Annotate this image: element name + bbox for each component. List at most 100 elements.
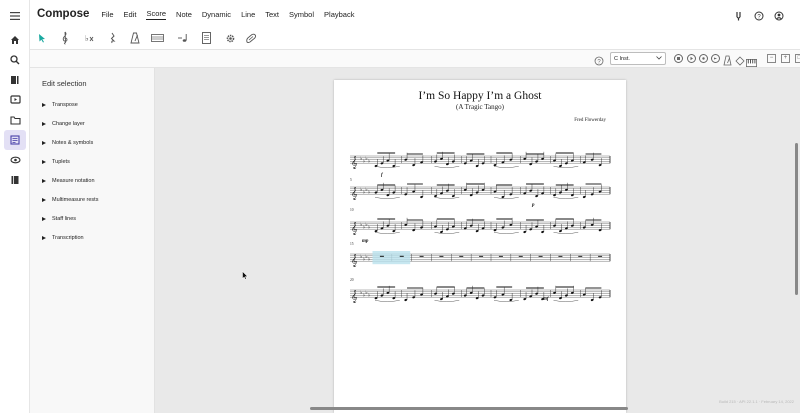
- slur: [374, 300, 400, 302]
- score-icon[interactable]: [4, 130, 26, 150]
- whole-rest: [578, 255, 583, 257]
- slur: [553, 232, 579, 234]
- section-label: Multimeasure rests: [52, 197, 99, 203]
- section-notes-symbols[interactable]: Notes & symbols: [42, 140, 93, 146]
- section-staff-lines[interactable]: Staff lines: [42, 216, 76, 222]
- whole-rest: [399, 255, 404, 257]
- search-icon[interactable]: [5, 50, 25, 70]
- whole-rest: [379, 255, 384, 257]
- menu-dynamic[interactable]: Dynamic: [202, 10, 231, 19]
- flat-glyph: ♭: [368, 257, 370, 263]
- slur: [553, 197, 579, 199]
- caret-right-icon: [42, 217, 46, 221]
- vertical-scrollbar[interactable]: [795, 143, 798, 295]
- treble-clef-icon[interactable]: [57, 30, 73, 46]
- menubar: Compose File Edit Score Note Dynamic Lin…: [30, 0, 800, 28]
- quarter-rest-icon[interactable]: ♭: [81, 30, 97, 46]
- section-label: Notes & symbols: [52, 140, 94, 146]
- note-duration-icon[interactable]: [175, 30, 191, 46]
- hamburger-icon[interactable]: [5, 6, 25, 26]
- whole-rest: [479, 255, 484, 257]
- section-transcription[interactable]: Transcription: [42, 235, 84, 241]
- menu-edit[interactable]: Edit: [124, 10, 137, 19]
- record-button[interactable]: [699, 54, 708, 63]
- video-icon[interactable]: [5, 90, 25, 110]
- caret-right-icon: [42, 236, 46, 240]
- zoom-fit-button[interactable]: □: [795, 54, 800, 63]
- section-label: Measure notation: [52, 178, 95, 184]
- folder-icon[interactable]: [5, 110, 25, 130]
- treble-clef-glyph: 𝄞: [351, 222, 358, 235]
- menu-symbol[interactable]: Symbol: [289, 10, 314, 19]
- settings-icon[interactable]: [222, 30, 238, 46]
- account-icon[interactable]: [774, 8, 784, 26]
- score-toolbar: ? C Inst. − + □: [30, 50, 800, 68]
- book-icon[interactable]: [5, 170, 25, 190]
- treble-clef-glyph: 𝄞: [351, 187, 358, 200]
- selection-highlight: [372, 251, 411, 265]
- whole-rest: [518, 255, 523, 257]
- slur: [434, 232, 460, 234]
- section-measure-notation[interactable]: Measure notation: [42, 178, 95, 184]
- caret-right-icon: [42, 103, 46, 107]
- pointer-icon[interactable]: [34, 30, 50, 46]
- section-multimeasure-rests[interactable]: Multimeasure rests: [42, 197, 98, 203]
- view-icon[interactable]: [5, 150, 25, 170]
- menu-line[interactable]: Line: [241, 10, 255, 19]
- caret-right-icon: [42, 179, 46, 183]
- slur: [434, 300, 460, 302]
- instrument-select[interactable]: C Inst.: [610, 52, 666, 65]
- section-tuplets[interactable]: Tuplets: [42, 159, 70, 165]
- menu-text[interactable]: Text: [265, 10, 279, 19]
- zoom-in-button[interactable]: +: [781, 54, 790, 63]
- section-change-layer[interactable]: Change layer: [42, 121, 85, 127]
- keyboard-icon[interactable]: [150, 30, 164, 46]
- dynamic-mark: f: [381, 173, 384, 178]
- home-icon[interactable]: [5, 30, 25, 50]
- slur: [374, 197, 400, 199]
- eighth-rest-icon[interactable]: [105, 30, 121, 46]
- score-canvas[interactable]: I’m So Happy I’m a Ghost (A Tragic Tango…: [155, 68, 800, 413]
- slur: [434, 197, 460, 199]
- menu-note[interactable]: Note: [176, 10, 192, 19]
- slur: [374, 232, 400, 234]
- zoom-out-button[interactable]: −: [767, 54, 776, 63]
- menu-playback[interactable]: Playback: [324, 10, 354, 19]
- text-page-icon[interactable]: [198, 30, 214, 46]
- loop-button[interactable]: [711, 54, 720, 63]
- caret-right-icon: [42, 122, 46, 126]
- library-icon[interactable]: [5, 70, 25, 90]
- slur: [553, 166, 579, 168]
- stop-button[interactable]: [674, 54, 683, 63]
- slur: [493, 300, 519, 302]
- svg-text:♭: ♭: [85, 34, 89, 43]
- flat-glyph: ♭: [368, 159, 370, 165]
- play-button[interactable]: [687, 54, 696, 63]
- horizontal-scrollbar[interactable]: [310, 407, 628, 410]
- tuning-fork-icon[interactable]: [734, 8, 744, 26]
- left-rail: [0, 0, 30, 413]
- menu-file[interactable]: File: [101, 10, 113, 19]
- help-icon[interactable]: ?: [754, 8, 764, 26]
- flat-glyph: ♭: [368, 293, 370, 299]
- music-notation[interactable]: 𝄞 ♭ ♭ ♭ ♭𝄞 ♭ ♭ ♭ ♭𝄞 ♭ ♭ ♭ ♭𝄞 ♭ ♭ ♭ ♭𝄞 ♭ ♭ ♭ ♭fpmpmf: [334, 80, 626, 413]
- link-icon[interactable]: [243, 30, 259, 46]
- build-info: Build 215 · API 22.1.1 · February 14, 20…: [719, 399, 794, 404]
- caret-right-icon: [42, 160, 46, 164]
- chevron-down-icon: [656, 55, 662, 62]
- section-label: Change layer: [52, 121, 85, 127]
- slur: [434, 166, 460, 168]
- slur: [493, 232, 519, 234]
- dynamic-mark: mf: [543, 297, 550, 302]
- treble-clef-glyph: 𝄞: [351, 156, 358, 169]
- metronome-icon[interactable]: [127, 30, 143, 46]
- section-label: Staff lines: [52, 216, 77, 222]
- whole-rest: [439, 255, 444, 257]
- flat-glyph: ♭: [368, 190, 370, 196]
- slur: [553, 300, 579, 302]
- score-page[interactable]: I’m So Happy I’m a Ghost (A Tragic Tango…: [334, 80, 626, 413]
- treble-clef-glyph: 𝄞: [351, 254, 358, 267]
- section-transpose[interactable]: Transpose: [42, 102, 78, 108]
- whole-rest: [459, 255, 464, 257]
- menu-score[interactable]: Score: [146, 9, 167, 20]
